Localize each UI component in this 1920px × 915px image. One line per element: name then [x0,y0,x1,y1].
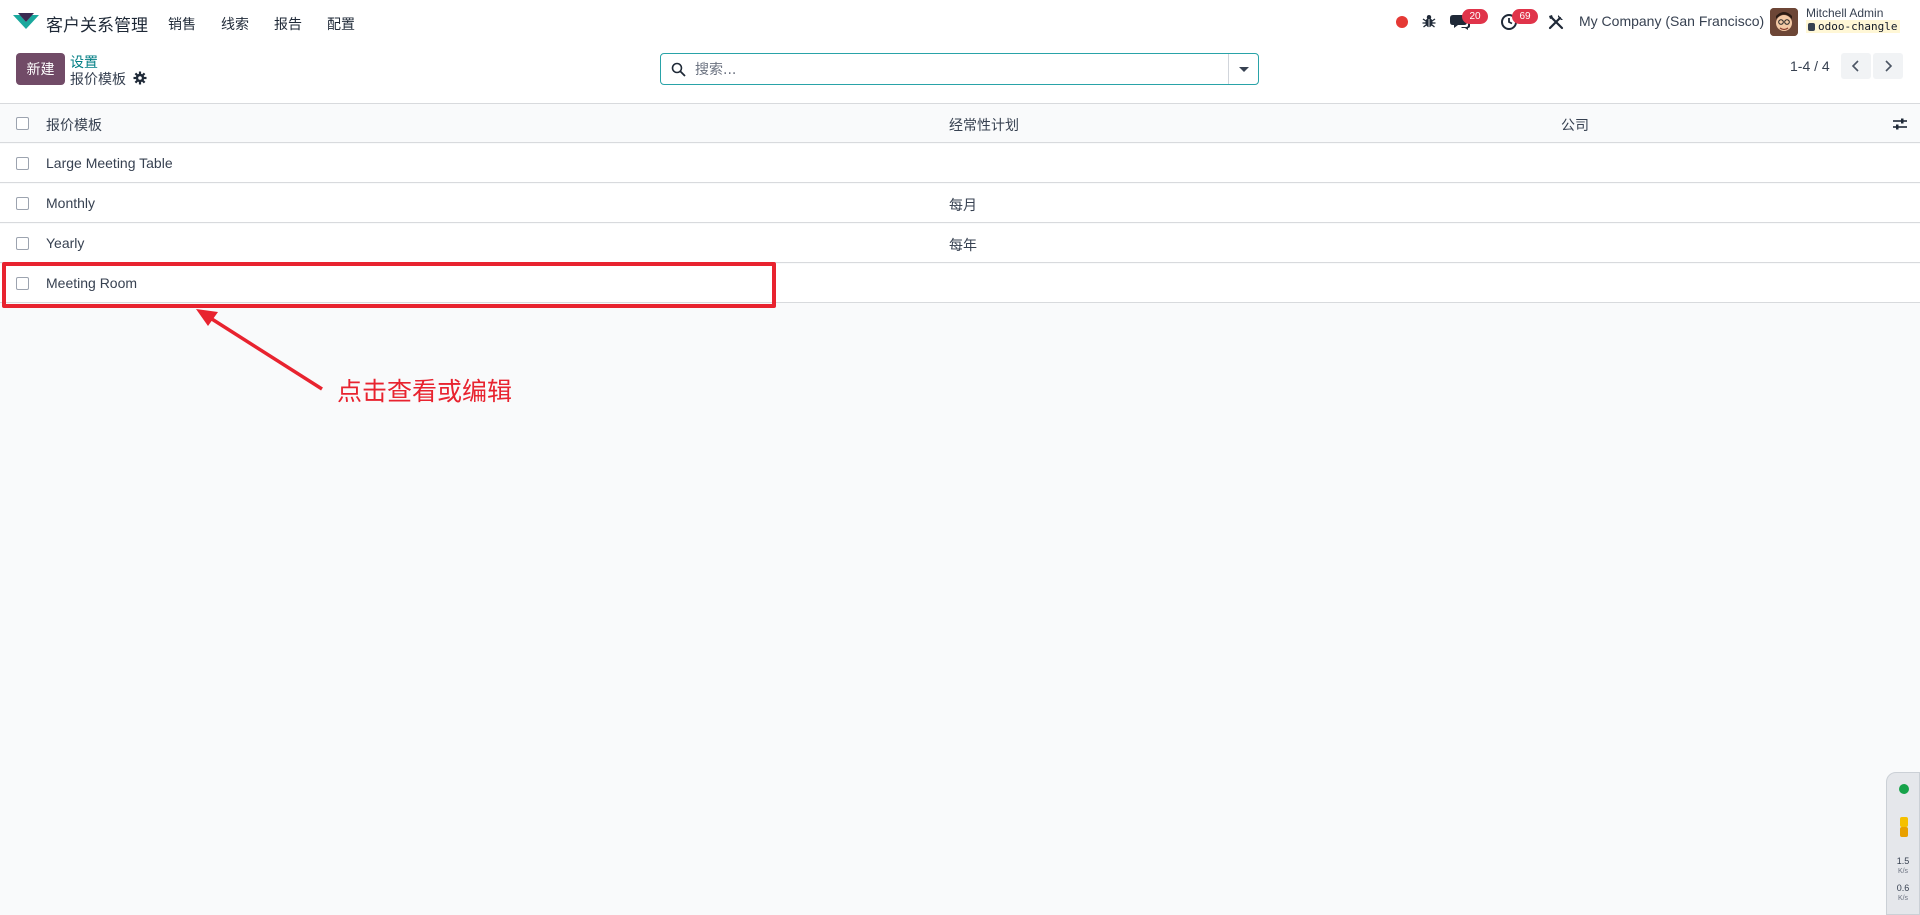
cell-recurring-plan[interactable]: 每月 [949,195,977,215]
download-speed-value: 0.6 [1896,883,1910,893]
user-avatar[interactable] [1770,8,1798,36]
upload-speed-value: 1.5 [1896,856,1910,866]
menu-item-configuration[interactable]: 配置 [327,14,355,34]
chevron-right-icon [1885,60,1893,72]
table-header: 报价模板 经常性计划 公司 [0,104,1920,143]
row-checkbox[interactable] [16,157,29,170]
status-dot-icon [1899,784,1909,794]
cell-template-name[interactable]: Large Meeting Table [46,155,173,171]
menu-item-sales[interactable]: 销售 [168,14,196,34]
cell-template-name[interactable]: Yearly [46,235,84,251]
recording-indicator-icon[interactable] [1396,16,1408,28]
page-title: 报价模板 [70,72,126,88]
table-row[interactable]: Monthly 每月 [0,184,1920,223]
column-header-template[interactable]: 报价模板 [46,115,102,135]
gear-icon[interactable] [133,71,147,85]
pager-next-button[interactable] [1873,53,1903,79]
upload-speed-unit: K/s [1897,868,1909,875]
menu-item-reporting[interactable]: 报告 [274,14,302,34]
new-button[interactable]: 新建 [16,53,65,85]
control-panel: 新建 设置 报价模板 1-4 / 4 [0,44,1920,104]
chevron-left-icon [1851,60,1859,72]
messages-badge: 20 [1462,9,1488,24]
crm-logo-icon[interactable] [12,12,40,32]
download-speed-unit: K/s [1897,895,1909,902]
annotation-arrow-icon [196,309,323,391]
annotation-text: 点击查看或编辑 [337,377,513,406]
search-icon [671,62,686,77]
search-input[interactable] [693,59,1227,81]
row-checkbox[interactable] [16,237,29,250]
top-navbar: 客户关系管理 销售 线索 报告 配置 20 69 My Company (San… [0,0,1920,44]
database-name: odoo-changle [1806,20,1901,33]
usage-bar [1900,827,1908,837]
pager-value[interactable]: 1-4 / 4 [1790,58,1830,74]
search-bar [660,53,1259,85]
database-icon [1808,23,1815,31]
app-name[interactable]: 客户关系管理 [46,11,148,36]
row-checkbox[interactable] [16,277,29,290]
main-menu: 销售 线索 报告 配置 [168,14,380,34]
pager-previous-button[interactable] [1841,53,1871,79]
select-all-checkbox[interactable] [16,117,29,130]
user-name[interactable]: Mitchell Admin [1806,6,1883,20]
activities-badge: 69 [1512,9,1538,24]
column-header-company[interactable]: 公司 [1561,115,1589,135]
column-header-recurring-plan[interactable]: 经常性计划 [949,115,1019,135]
table-row[interactable]: Large Meeting Table [0,144,1920,183]
table-row[interactable]: Yearly 每年 [0,224,1920,263]
search-options-dropdown-toggle[interactable] [1228,54,1258,84]
debug-bug-icon[interactable] [1421,13,1437,29]
menu-item-leads[interactable]: 线索 [221,14,249,34]
company-switcher[interactable]: My Company (San Francisco) [1579,13,1764,29]
table-row[interactable]: Meeting Room [0,264,1920,303]
database-name-label: odoo-changle [1818,20,1898,33]
row-checkbox[interactable] [16,197,29,210]
tools-icon[interactable] [1547,13,1565,31]
cell-template-name[interactable]: Meeting Room [46,275,137,291]
usage-bar [1900,817,1908,827]
cell-recurring-plan[interactable]: 每年 [949,235,977,255]
optional-columns-toggle-icon[interactable] [1893,118,1907,130]
cell-template-name[interactable]: Monthly [46,195,95,211]
network-speed-widget[interactable]: 1.5 K/s 0.6 K/s [1886,772,1920,915]
